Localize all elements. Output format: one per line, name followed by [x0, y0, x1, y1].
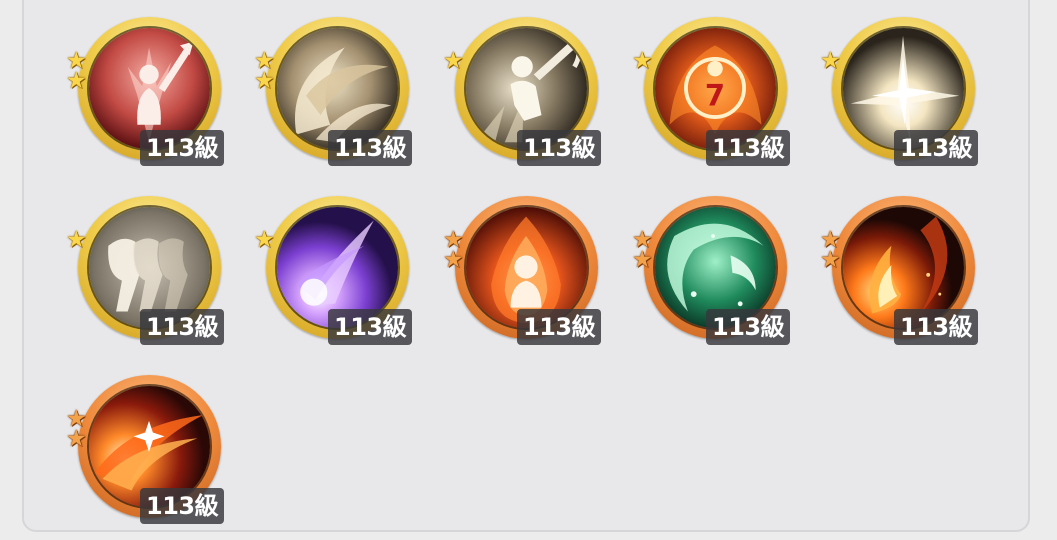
skill-slot[interactable]: ★ 113級: [66, 193, 225, 345]
star-rank: ★: [820, 50, 852, 100]
star-rank: ★: [443, 50, 475, 100]
skill-level-badge: 113級: [706, 309, 791, 345]
star-icon: ★: [632, 48, 653, 74]
skill-level-badge: 113級: [894, 130, 979, 166]
svg-text:7: 7: [705, 78, 725, 112]
star-icon: ★: [632, 247, 653, 273]
star-rank: ★: [66, 229, 98, 279]
skill-level-badge: 113級: [328, 309, 413, 345]
skill-slot[interactable]: ★ ★ 113級: [254, 14, 413, 166]
skill-slot[interactable]: 7 ★ 113級: [632, 14, 791, 166]
star-icon: ★: [66, 426, 87, 452]
skill-slot[interactable]: ★ ★ 113級: [443, 193, 602, 345]
star-icon: ★: [820, 48, 841, 74]
skill-level-badge: 113級: [517, 309, 602, 345]
star-rank: ★ ★: [443, 229, 475, 279]
star-rank: ★ ★: [254, 50, 286, 100]
skill-level-badge: 113級: [517, 130, 602, 166]
star-rank: ★: [254, 229, 286, 279]
star-icon: ★: [820, 247, 841, 273]
skill-level-badge: 113級: [140, 488, 225, 524]
star-icon: ★: [66, 68, 87, 94]
star-icon: ★: [443, 48, 464, 74]
star-icon: ★: [443, 247, 464, 273]
skill-slot[interactable]: ★ 113級: [820, 14, 979, 166]
skill-level-badge: 113級: [328, 130, 413, 166]
star-icon: ★: [254, 227, 275, 253]
skill-slot[interactable]: ★ ★ 113級: [66, 14, 225, 166]
skill-level-badge: 113級: [894, 309, 979, 345]
star-icon: ★: [66, 227, 87, 253]
skill-slot[interactable]: ★ ★ 113級: [632, 193, 791, 345]
skill-level-badge: 113級: [140, 309, 225, 345]
skill-level-badge: 113級: [706, 130, 791, 166]
star-rank: ★ ★: [66, 408, 98, 458]
star-icon: ★: [254, 68, 275, 94]
skill-slot[interactable]: ★ ★ 113級: [66, 372, 225, 524]
star-rank: ★ ★: [632, 229, 664, 279]
skill-slot[interactable]: ★ ★ 113級: [820, 193, 979, 345]
skill-level-badge: 113級: [140, 130, 225, 166]
star-rank: ★ ★: [66, 50, 98, 100]
skill-slot[interactable]: ★ 113級: [443, 14, 602, 166]
star-rank: ★ ★: [820, 229, 852, 279]
star-rank: ★: [632, 50, 664, 100]
skill-slot[interactable]: ★ 113級: [254, 193, 413, 345]
